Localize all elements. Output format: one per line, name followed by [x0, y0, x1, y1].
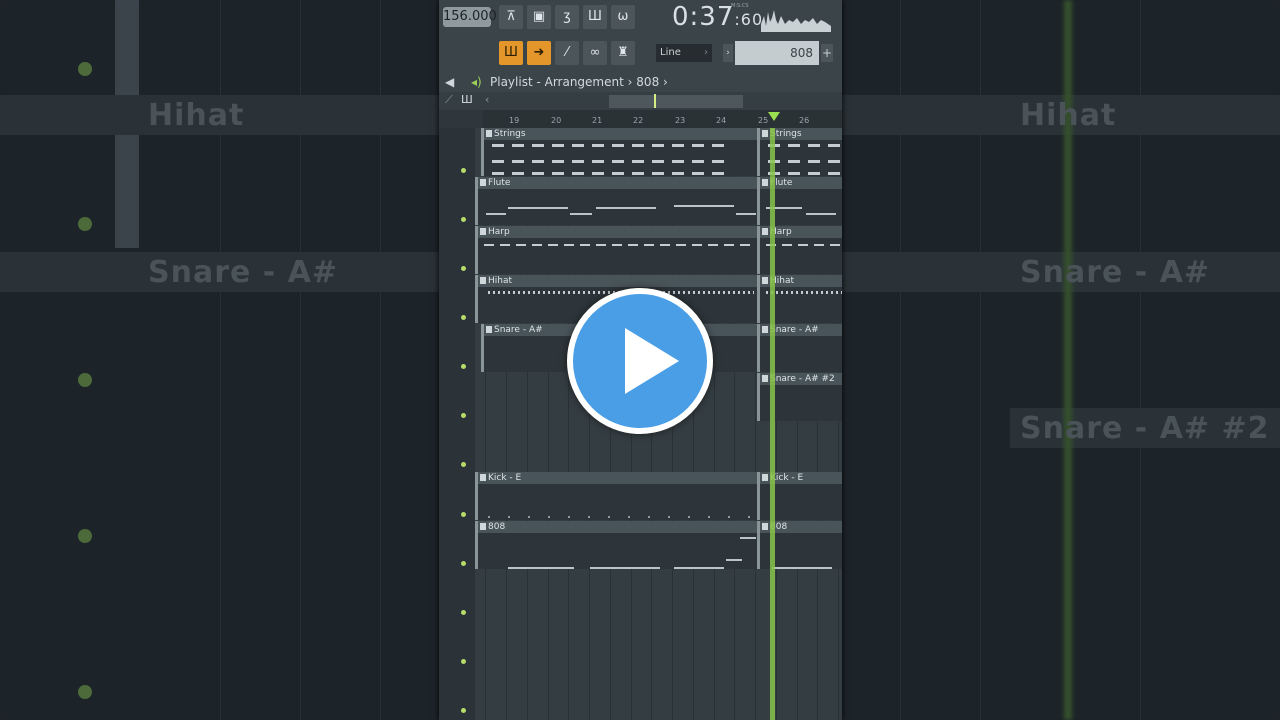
- brush-icon[interactable]: ⁄: [555, 41, 579, 65]
- background-label: Snare - A#: [148, 255, 339, 290]
- time-format-label: M:S:CS: [731, 3, 749, 9]
- link-icon[interactable]: ∞: [583, 41, 607, 65]
- track-flute: Flute Flute: [475, 177, 842, 226]
- breadcrumb-end: ›: [663, 75, 668, 89]
- count-in-icon[interactable]: ʒ: [555, 5, 579, 29]
- track-led[interactable]: [461, 315, 466, 320]
- background-led: [78, 685, 92, 699]
- pattern-selector[interactable]: 808: [735, 41, 819, 65]
- ruler-tick: 26: [799, 116, 810, 125]
- snap-selector[interactable]: Line: [656, 44, 712, 62]
- tempo-display[interactable]: 156.000: [443, 7, 497, 27]
- ruler-tick: 22: [633, 116, 644, 125]
- typing-keyboard-icon[interactable]: Ш: [499, 41, 523, 65]
- track-led[interactable]: [461, 217, 466, 222]
- blend-notes-icon[interactable]: Ш: [583, 5, 607, 29]
- ruler-tick: 23: [675, 116, 686, 125]
- track-led[interactable]: [461, 512, 466, 517]
- track-harp: Harp Harp: [475, 226, 842, 275]
- play-video-button[interactable]: [567, 288, 713, 434]
- track-led[interactable]: [461, 659, 466, 664]
- pattern-prev-button[interactable]: ›: [723, 44, 733, 62]
- track-led[interactable]: [461, 708, 466, 713]
- ruler-tick: 21: [592, 116, 603, 125]
- step-record-icon[interactable]: ▣: [527, 5, 551, 29]
- ruler-tick: 24: [716, 116, 727, 125]
- clip[interactable]: 808: [475, 521, 757, 569]
- metronome-icon[interactable]: ⊼: [499, 5, 523, 29]
- scrollbar-position: [654, 94, 656, 108]
- arrow-green-icon[interactable]: ◂): [471, 72, 482, 92]
- clip[interactable]: Harp: [475, 226, 757, 274]
- background-label: Snare - A# #2: [1020, 411, 1270, 446]
- timeline-ruler[interactable]: 19 20 21 22 23 24 25 26: [483, 110, 842, 128]
- track-kick: Kick - E Kick - E: [475, 472, 842, 521]
- waveform-monitor-icon: [761, 6, 831, 32]
- track-led[interactable]: [461, 610, 466, 615]
- track-led[interactable]: [461, 364, 466, 369]
- horizontal-scrollbar[interactable]: ⟋ Ш ‹: [439, 92, 842, 110]
- clip[interactable]: Kick - E: [475, 472, 757, 520]
- background-grid-line: [1140, 0, 1141, 720]
- background-grid-line: [300, 0, 301, 720]
- track-led[interactable]: [461, 561, 466, 566]
- track-led-column: [439, 128, 475, 720]
- clip-label: Kick - E: [478, 472, 757, 484]
- clip-label: Hihat: [478, 275, 757, 287]
- background-led: [78, 62, 92, 76]
- song-time-display: 0:37:60: [672, 2, 764, 32]
- track-led[interactable]: [461, 168, 466, 173]
- clip[interactable]: Flute: [475, 177, 757, 225]
- track-led[interactable]: [461, 413, 466, 418]
- clip[interactable]: Strings: [481, 128, 757, 176]
- speaker-icon[interactable]: ◀: [445, 72, 454, 92]
- playlist-titlebar: ◀ ◂) Playlist - Arrangement › 808 ›: [439, 72, 842, 92]
- track-strings: Strings Strings: [475, 128, 842, 177]
- breadcrumb-pattern[interactable]: 808: [636, 75, 659, 89]
- loop-record-icon[interactable]: ω: [611, 5, 635, 29]
- add-pattern-button[interactable]: +: [821, 44, 833, 62]
- arrow-icon[interactable]: ➜: [527, 41, 551, 65]
- track-led[interactable]: [461, 462, 466, 467]
- playhead-marker[interactable]: [768, 112, 780, 121]
- background-label: Hihat: [148, 98, 245, 133]
- clip-label: Flute: [478, 177, 757, 189]
- track-808: 808 808: [475, 521, 842, 570]
- background-label: Snare - A#: [1020, 255, 1211, 290]
- scrollbar-thumb[interactable]: [609, 95, 743, 108]
- ruler-tick: 20: [551, 116, 562, 125]
- playhead-line: [770, 128, 775, 720]
- track-led[interactable]: [461, 266, 466, 271]
- play-icon: [625, 328, 679, 394]
- clip-label: Strings: [484, 128, 757, 140]
- clip-label: Harp: [478, 226, 757, 238]
- background-grid-line: [980, 0, 981, 720]
- ruler-tick: 19: [509, 116, 520, 125]
- background-grid-line: [380, 0, 381, 720]
- background-grid-line: [900, 0, 901, 720]
- scroll-left-icon[interactable]: ‹: [485, 93, 489, 106]
- stamp-icon[interactable]: ♜: [611, 41, 635, 65]
- breadcrumb-separator: ›: [627, 75, 633, 89]
- clip-label: 808: [478, 521, 757, 533]
- playlist-title: Playlist - Arrangement: [490, 75, 624, 89]
- piano-icon[interactable]: Ш: [461, 93, 473, 106]
- pencil-icon[interactable]: ⟋: [445, 93, 453, 107]
- ruler-tick: 25: [758, 116, 769, 125]
- background-led: [78, 529, 92, 543]
- background-led: [78, 217, 92, 231]
- background-label: Hihat: [1020, 98, 1117, 133]
- background-led: [78, 373, 92, 387]
- toolbar: 156.000 ⊼ ▣ ʒ Ш ω 0:37:60 M:S:CS Ш ➜ ⁄ ∞…: [439, 0, 842, 72]
